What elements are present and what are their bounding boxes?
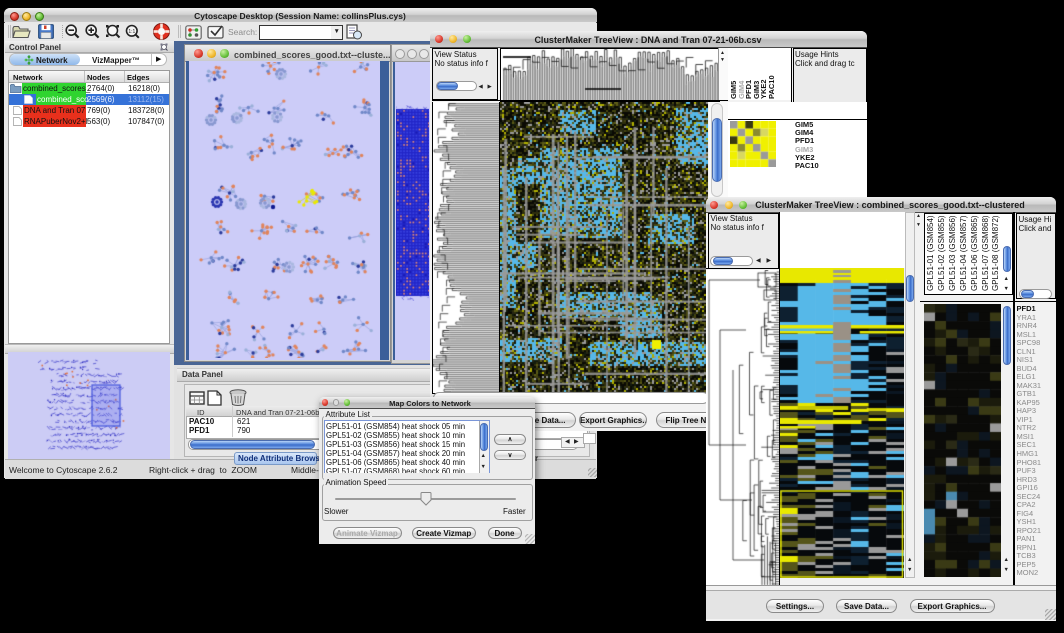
svg-text:1:1: 1:1 — [128, 29, 135, 35]
